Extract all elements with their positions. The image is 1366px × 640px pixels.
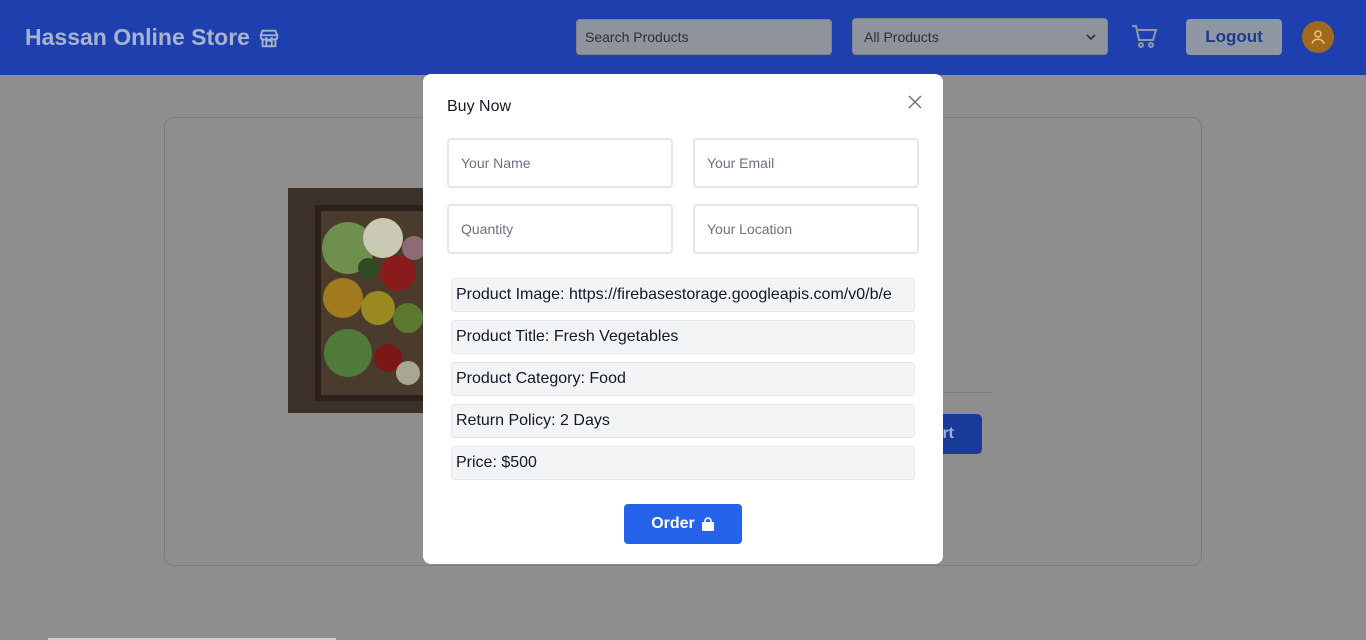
location-input[interactable] xyxy=(693,204,919,254)
brand-name: Hassan Online Store xyxy=(25,24,250,50)
email-input[interactable] xyxy=(693,138,919,188)
category-select-value: All Products xyxy=(864,28,939,45)
navbar: Hassan Online Store All Products Logout xyxy=(0,0,1366,75)
quantity-input[interactable] xyxy=(447,204,673,254)
name-input[interactable] xyxy=(447,138,673,188)
chevron-down-icon xyxy=(1086,33,1096,40)
add-to-cart-label: rt xyxy=(942,425,954,442)
category-select[interactable]: All Products xyxy=(852,18,1108,55)
product-title-field: Product Title: Fresh Vegetables xyxy=(451,320,915,354)
order-label: Order xyxy=(651,515,695,532)
close-icon[interactable] xyxy=(907,94,923,110)
modal-title: Buy Now xyxy=(447,98,512,115)
order-button[interactable]: Order xyxy=(624,504,742,544)
cart-icon[interactable] xyxy=(1130,22,1158,50)
return-policy-field: Return Policy: 2 Days xyxy=(451,404,915,438)
logout-label: Logout xyxy=(1205,27,1263,46)
product-category-field: Product Category: Food xyxy=(451,362,915,396)
product-image-field: Product Image: https://firebasestorage.g… xyxy=(451,278,915,312)
search-input[interactable] xyxy=(576,19,832,55)
logout-button[interactable]: Logout xyxy=(1186,19,1282,55)
shopping-bag-icon xyxy=(701,516,714,531)
buy-now-modal: Buy Now Product Image: https://firebases… xyxy=(423,74,943,564)
user-icon xyxy=(1311,30,1325,44)
avatar[interactable] xyxy=(1302,21,1334,53)
price-field: Price: $500 xyxy=(451,446,915,480)
store-icon xyxy=(259,29,279,47)
brand-logo[interactable]: Hassan Online Store xyxy=(25,24,280,51)
